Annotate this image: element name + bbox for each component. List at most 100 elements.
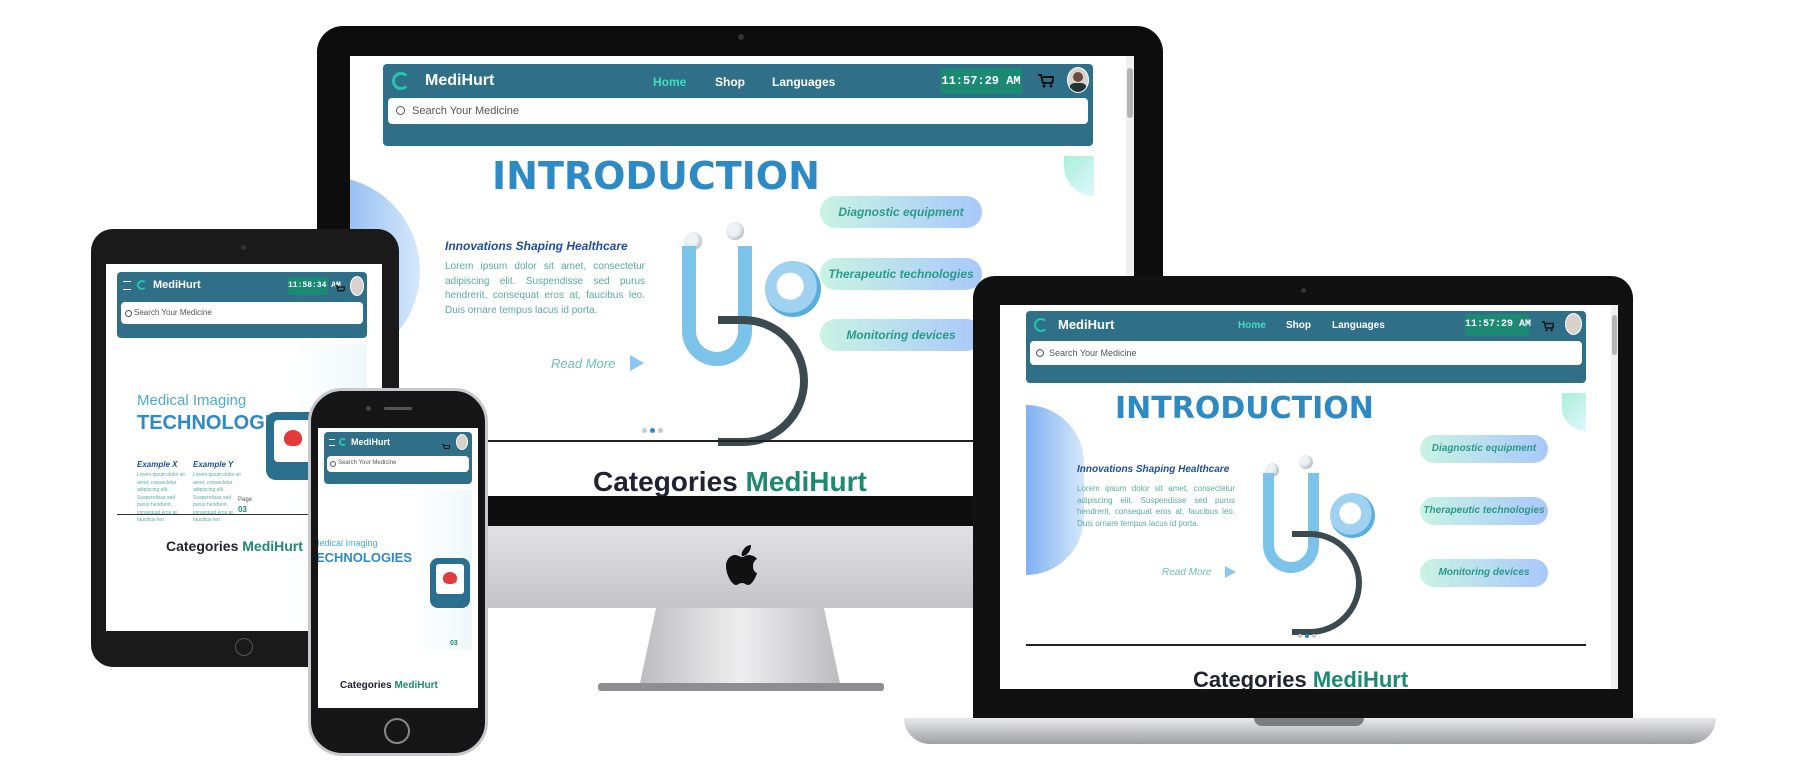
imac-camera [738, 34, 744, 40]
laptop-screen: MediHurt Home Shop Languages 11:57:29 AM… [1000, 305, 1618, 689]
avatar[interactable] [1565, 313, 1582, 335]
decor-leaf [1064, 156, 1094, 196]
search-input[interactable]: Search Your Medicine [338, 460, 396, 466]
col1-head: Example X [137, 460, 178, 469]
navbar: MediHurt Home Shop Languages 11:57:29 AM… [1026, 311, 1586, 383]
navbar: MediHurt 11:58:34 AM Search Your Medicin… [117, 272, 367, 338]
search-bar[interactable]: Search Your Medicine [327, 456, 469, 472]
subtitle: Innovations Shaping Healthcare [445, 239, 628, 253]
pill-therapeutic[interactable]: Therapeutic technologies [1420, 497, 1548, 525]
section-divider [1026, 644, 1586, 646]
phone-home-button[interactable] [384, 718, 410, 744]
pill-monitoring[interactable]: Monitoring devices [820, 319, 982, 351]
cart-icon[interactable] [1038, 74, 1056, 93]
search-icon [1036, 349, 1044, 357]
intro-paragraph: Lorem ipsum dolor sit amet, consectetur … [445, 261, 645, 316]
logo-icon [339, 438, 347, 446]
earpiece [1299, 455, 1313, 469]
pill-diagnostic[interactable]: Diagnostic equipment [1420, 435, 1548, 463]
phone-screen: MediHurt Search Your Medicine Medical Im… [318, 428, 478, 708]
slide-title-bold: TECHNOLOGIES [318, 550, 413, 565]
scrollbar[interactable] [1611, 305, 1618, 689]
stethoscope-cord [1292, 531, 1362, 635]
slide-title-light: Medical Imaging [318, 538, 378, 548]
phone-camera [366, 406, 371, 411]
read-more-link[interactable]: Read More [551, 356, 615, 371]
search-bar[interactable]: Search Your Medicine [121, 302, 363, 324]
menu-icon[interactable] [329, 439, 335, 446]
stethoscope-cord [718, 316, 808, 446]
col2-head: Example Y [193, 460, 234, 469]
carousel-dot[interactable] [642, 428, 647, 433]
phone-speaker [384, 407, 412, 410]
subtitle: Innovations Shaping Healthcare [1077, 464, 1230, 475]
carousel-dot[interactable] [1312, 634, 1316, 638]
nav-shop[interactable]: Shop [715, 75, 745, 89]
categories-heading: Categories MediHurt [1193, 667, 1409, 689]
cart-icon[interactable] [1542, 319, 1556, 337]
categories-heading: Categories MediHurt [340, 680, 438, 691]
brand-name[interactable]: MediHurt [351, 437, 390, 447]
pill-therapeutic[interactable]: Therapeutic technologies [820, 258, 982, 290]
earpiece [726, 222, 744, 240]
search-input[interactable]: Search Your Medicine [1049, 348, 1137, 358]
page-number: 03 [238, 505, 247, 514]
carousel-dot[interactable] [650, 428, 655, 433]
carousel-dot[interactable] [1298, 634, 1302, 638]
phone-monitor-illustration [430, 558, 470, 608]
page-number: 03 [450, 640, 458, 647]
menu-icon[interactable] [123, 281, 131, 290]
arrow-right-icon[interactable] [1225, 566, 1236, 578]
brand-name[interactable]: MediHurt [425, 72, 494, 90]
search-icon [396, 106, 405, 115]
slide-title-light: Medical Imaging [137, 392, 247, 409]
nav-languages[interactable]: Languages [1332, 320, 1385, 331]
search-icon [330, 461, 336, 467]
search-input[interactable]: Search Your Medicine [134, 308, 212, 317]
arrow-right-icon[interactable] [630, 355, 644, 371]
decor-blob [1026, 405, 1084, 575]
search-input[interactable]: Search Your Medicine [412, 105, 519, 117]
brand-name[interactable]: MediHurt [153, 279, 201, 291]
tablet-camera [241, 245, 246, 250]
carousel-dot[interactable] [658, 428, 663, 433]
decor-leaf [1562, 393, 1586, 431]
nav-languages[interactable]: Languages [772, 75, 835, 89]
stethoscope-head [1330, 493, 1375, 538]
nav-shop[interactable]: Shop [1286, 320, 1311, 331]
avatar[interactable] [456, 434, 468, 450]
logo-icon [137, 280, 147, 290]
cart-icon[interactable] [442, 438, 451, 456]
search-icon [125, 310, 132, 317]
carousel-dot[interactable] [1305, 634, 1309, 638]
read-more-link[interactable]: Read More [1162, 567, 1211, 578]
logo-icon [392, 72, 410, 90]
intro-title: INTRODUCTION [492, 154, 820, 198]
clock: 11:57:29 AM [940, 68, 1022, 94]
clock: 11:57:29 AM [1465, 314, 1531, 336]
apple-logo-icon [725, 545, 759, 585]
navbar: MediHurt Home Shop Languages 11:57:29 AM… [383, 64, 1093, 146]
brand-name[interactable]: MediHurt [1058, 317, 1114, 332]
imac-stand [640, 608, 840, 683]
categories-heading: Categories MediHurt [593, 466, 867, 496]
imac-stand-base [598, 683, 884, 691]
avatar[interactable] [1067, 67, 1089, 93]
stethoscope-head [765, 261, 821, 317]
intro-title: INTRODUCTION [1115, 391, 1374, 426]
avatar[interactable] [350, 276, 364, 296]
intro-paragraph: Lorem ipsum dolor sit amet, consectetur … [1077, 484, 1235, 528]
search-bar[interactable]: Search Your Medicine [1030, 341, 1582, 365]
tablet-home-button[interactable] [235, 638, 253, 656]
clock: 11:58:34 AM [288, 277, 341, 295]
laptop-notch [1254, 718, 1364, 726]
navbar: MediHurt Search Your Medicine [324, 432, 472, 484]
nav-home[interactable]: Home [653, 75, 686, 89]
pill-diagnostic[interactable]: Diagnostic equipment [820, 196, 982, 228]
nav-home[interactable]: Home [1238, 320, 1266, 331]
cart-icon[interactable] [335, 281, 346, 299]
logo-icon [1034, 318, 1048, 332]
page-label: Page [238, 497, 253, 503]
pill-monitoring[interactable]: Monitoring devices [1420, 559, 1548, 587]
search-bar[interactable]: Search Your Medicine [388, 98, 1088, 124]
